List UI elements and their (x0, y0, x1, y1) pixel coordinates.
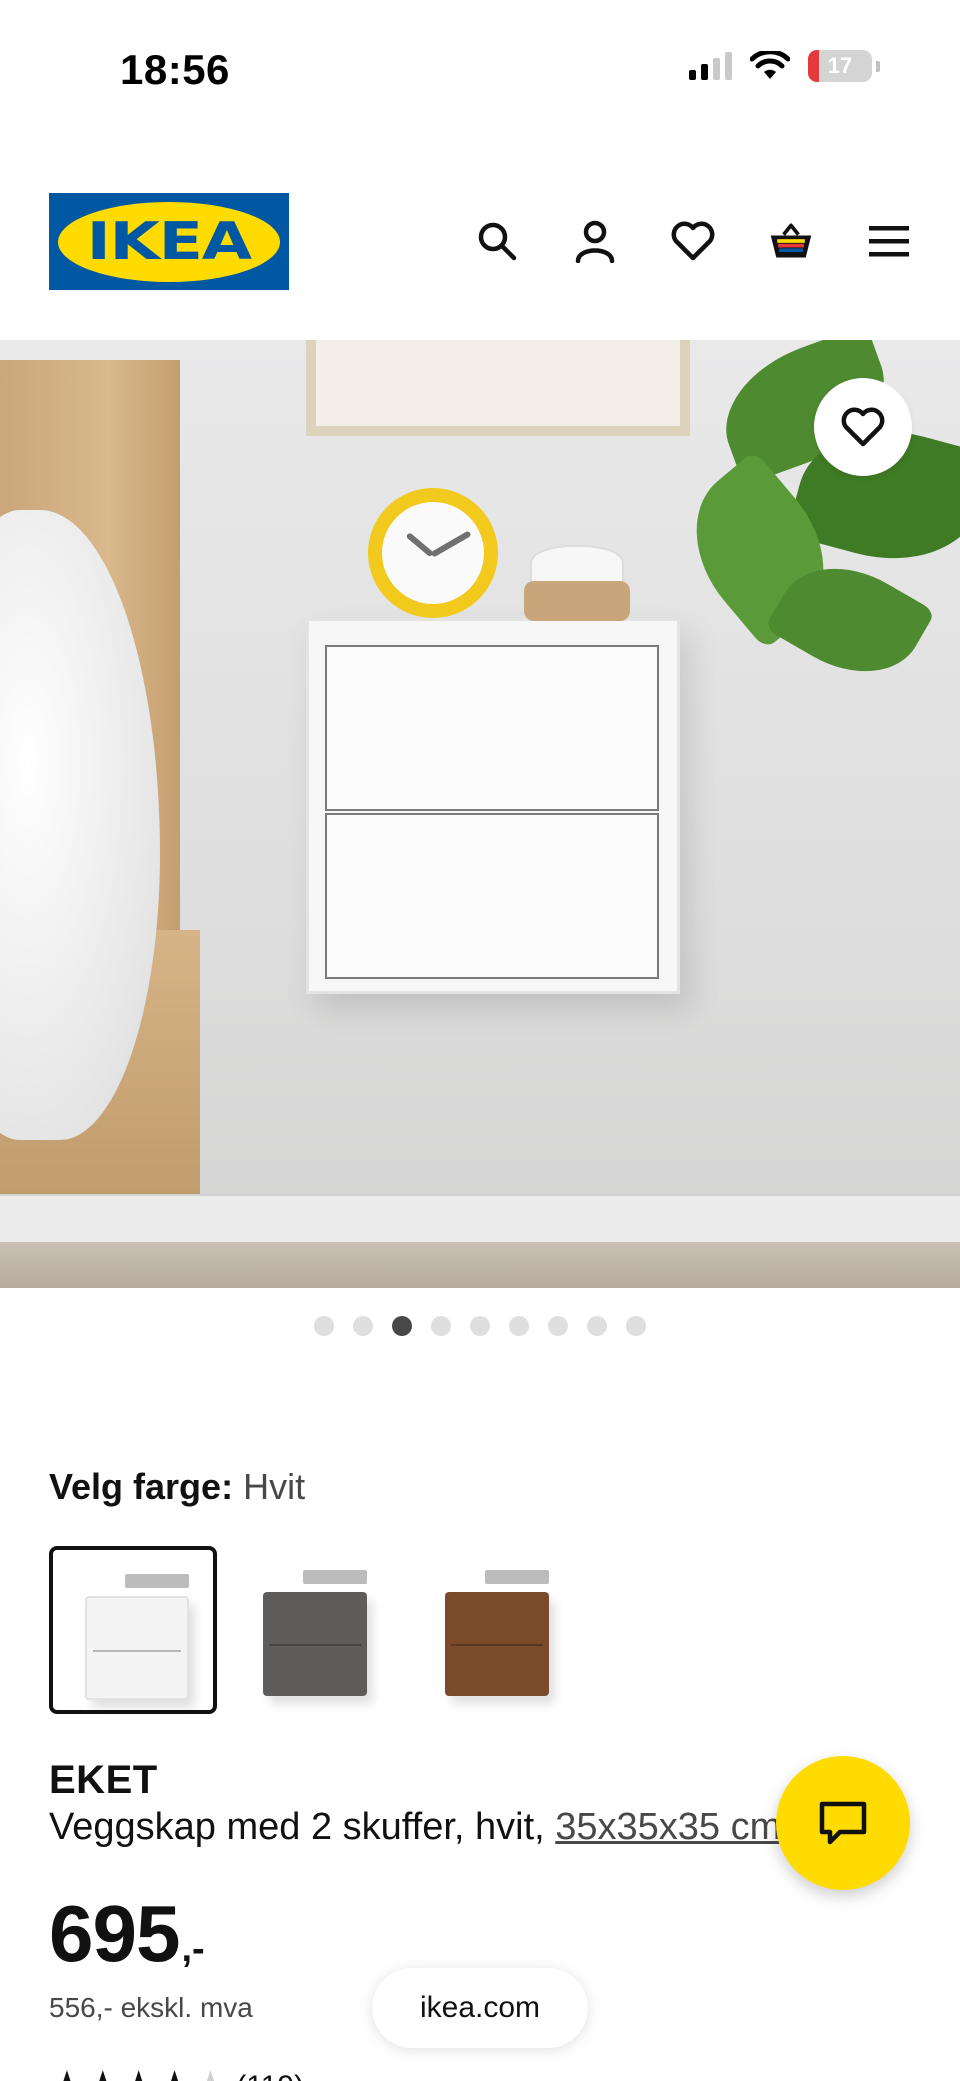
browser-url-bar[interactable]: ikea.com (372, 1968, 588, 2048)
carousel-dot[interactable] (353, 1316, 373, 1336)
carousel-dot[interactable] (626, 1316, 646, 1336)
image-carousel-dots (0, 1316, 960, 1336)
drawer-top (325, 645, 659, 811)
rating-stars: ★★★★★ (49, 2066, 228, 2081)
plant (660, 340, 960, 720)
carousel-dot[interactable] (587, 1316, 607, 1336)
heart-icon[interactable] (670, 218, 716, 264)
site-header: IKEA (0, 190, 960, 290)
star-icon: ★ (157, 2064, 193, 2081)
carousel-dot[interactable] (548, 1316, 568, 1336)
floor (0, 1242, 960, 1288)
price-suffix: ,- (181, 1928, 205, 1970)
swatch-cabinet-image (445, 1592, 549, 1696)
search-icon[interactable] (474, 218, 520, 264)
color-swatch[interactable] (49, 1546, 217, 1714)
price-ex-vat: 556,- ekskl. mva (49, 1992, 253, 2023)
product-name: EKET (49, 1758, 158, 1802)
star-icon: ★ (85, 2064, 121, 2081)
logo-ellipse: IKEA (58, 201, 280, 282)
swatch-wall-rail (485, 1570, 549, 1584)
wifi-icon (750, 51, 790, 79)
color-swatch[interactable] (231, 1546, 399, 1714)
battery-icon: 17 (808, 50, 872, 82)
favourite-button[interactable] (814, 378, 912, 476)
price: 695 ,- (49, 1888, 205, 1980)
drawer-bottom (325, 813, 659, 979)
chat-icon (819, 1801, 867, 1845)
chat-button[interactable] (776, 1756, 910, 1890)
product-image[interactable] (0, 340, 960, 1288)
clock (368, 488, 498, 618)
glass-jar (524, 545, 630, 621)
swatch-cabinet-image (263, 1592, 367, 1696)
rating-count: (119) (236, 2070, 304, 2081)
star-icon: ★ (49, 2064, 85, 2081)
color-label-title: Velg farge: (49, 1466, 234, 1507)
product-dimensions-link[interactable]: 35x35x35 cm (555, 1806, 781, 1848)
ikea-logo[interactable]: IKEA (49, 193, 289, 290)
wall-picture-frame (306, 340, 690, 436)
skirting-board (0, 1194, 960, 1242)
price-main: 695 (49, 1889, 180, 1978)
product-description-text: Veggskap med 2 skuffer, hvit, (49, 1806, 556, 1848)
basket-icon[interactable] (768, 218, 814, 264)
wall-cabinet (306, 618, 680, 994)
swatch-wall-rail (125, 1574, 189, 1588)
product-rating[interactable]: ★★★★★ (119) (49, 2066, 304, 2081)
header-actions (474, 218, 912, 264)
carousel-dot[interactable] (314, 1316, 334, 1336)
battery-level: 17 (827, 53, 853, 78)
product-description: Veggskap med 2 skuffer, hvit, 35x35x35 c… (49, 1806, 781, 1849)
swatch-cabinet-image (85, 1596, 189, 1700)
carousel-dot[interactable] (431, 1316, 451, 1336)
carousel-dot[interactable] (470, 1316, 490, 1336)
swatch-wall-rail (303, 1570, 367, 1584)
battery-tip (876, 60, 880, 72)
color-swatch[interactable] (413, 1546, 581, 1714)
color-swatches (49, 1546, 581, 1714)
heart-icon (841, 407, 885, 447)
star-icon: ★ (121, 2064, 157, 2081)
carousel-dot[interactable] (509, 1316, 529, 1336)
status-time: 18:56 (120, 46, 230, 93)
user-icon[interactable] (572, 218, 618, 264)
status-icons: 17 (689, 50, 880, 82)
star-icon: ★ (192, 2064, 228, 2081)
logo-text: IKEA (86, 211, 253, 272)
color-value: Hvit (243, 1466, 306, 1507)
cellular-signal-icon (689, 52, 732, 80)
color-label: Velg farge: Hvit (49, 1466, 305, 1508)
carousel-dot[interactable] (392, 1316, 412, 1336)
menu-icon[interactable] (866, 218, 912, 264)
status-bar: 18:56 17 (0, 0, 960, 140)
